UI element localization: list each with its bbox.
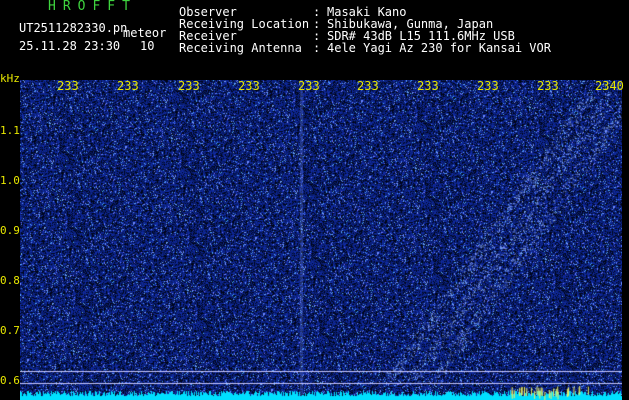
x-tick-label: 233 (238, 79, 260, 93)
x-tick-label: 233 (417, 79, 439, 93)
spectrogram-canvas (20, 80, 622, 400)
x-tick-label: 233 (537, 79, 559, 93)
y-tick-label: 0.8 (0, 274, 20, 287)
x-tick-label: 2340 (595, 79, 624, 93)
x-tick-label: 233 (117, 79, 139, 93)
antenna-colon: : (313, 41, 321, 55)
file-name: UT2511282330.pn (19, 21, 128, 35)
x-tick-label: 233 (57, 79, 79, 93)
x-tick-label: 233 (357, 79, 379, 93)
y-tick-label: 1.0 (0, 174, 20, 187)
y-tick-label: 0.9 (0, 224, 20, 237)
antenna-value: 4ele Yagi Az 230 for Kansai VOR (327, 41, 551, 55)
y-unit-label: kHz (0, 72, 20, 85)
y-tick-label: 0.7 (0, 324, 20, 337)
x-tick-label: 233 (477, 79, 499, 93)
brand-title: HROFFT (48, 0, 137, 14)
y-tick-label: 0.6 (0, 374, 20, 387)
meteor-label: meteor (123, 26, 167, 40)
x-tick-label: 233 (178, 79, 200, 93)
datetime: 25.11.28 23:30 (19, 39, 121, 53)
antenna-label: Receiving Antenna (179, 41, 302, 55)
meteor-count: 10 (140, 39, 155, 53)
x-tick-label: 233 (298, 79, 320, 93)
y-tick-label: 1.1 (0, 124, 20, 137)
